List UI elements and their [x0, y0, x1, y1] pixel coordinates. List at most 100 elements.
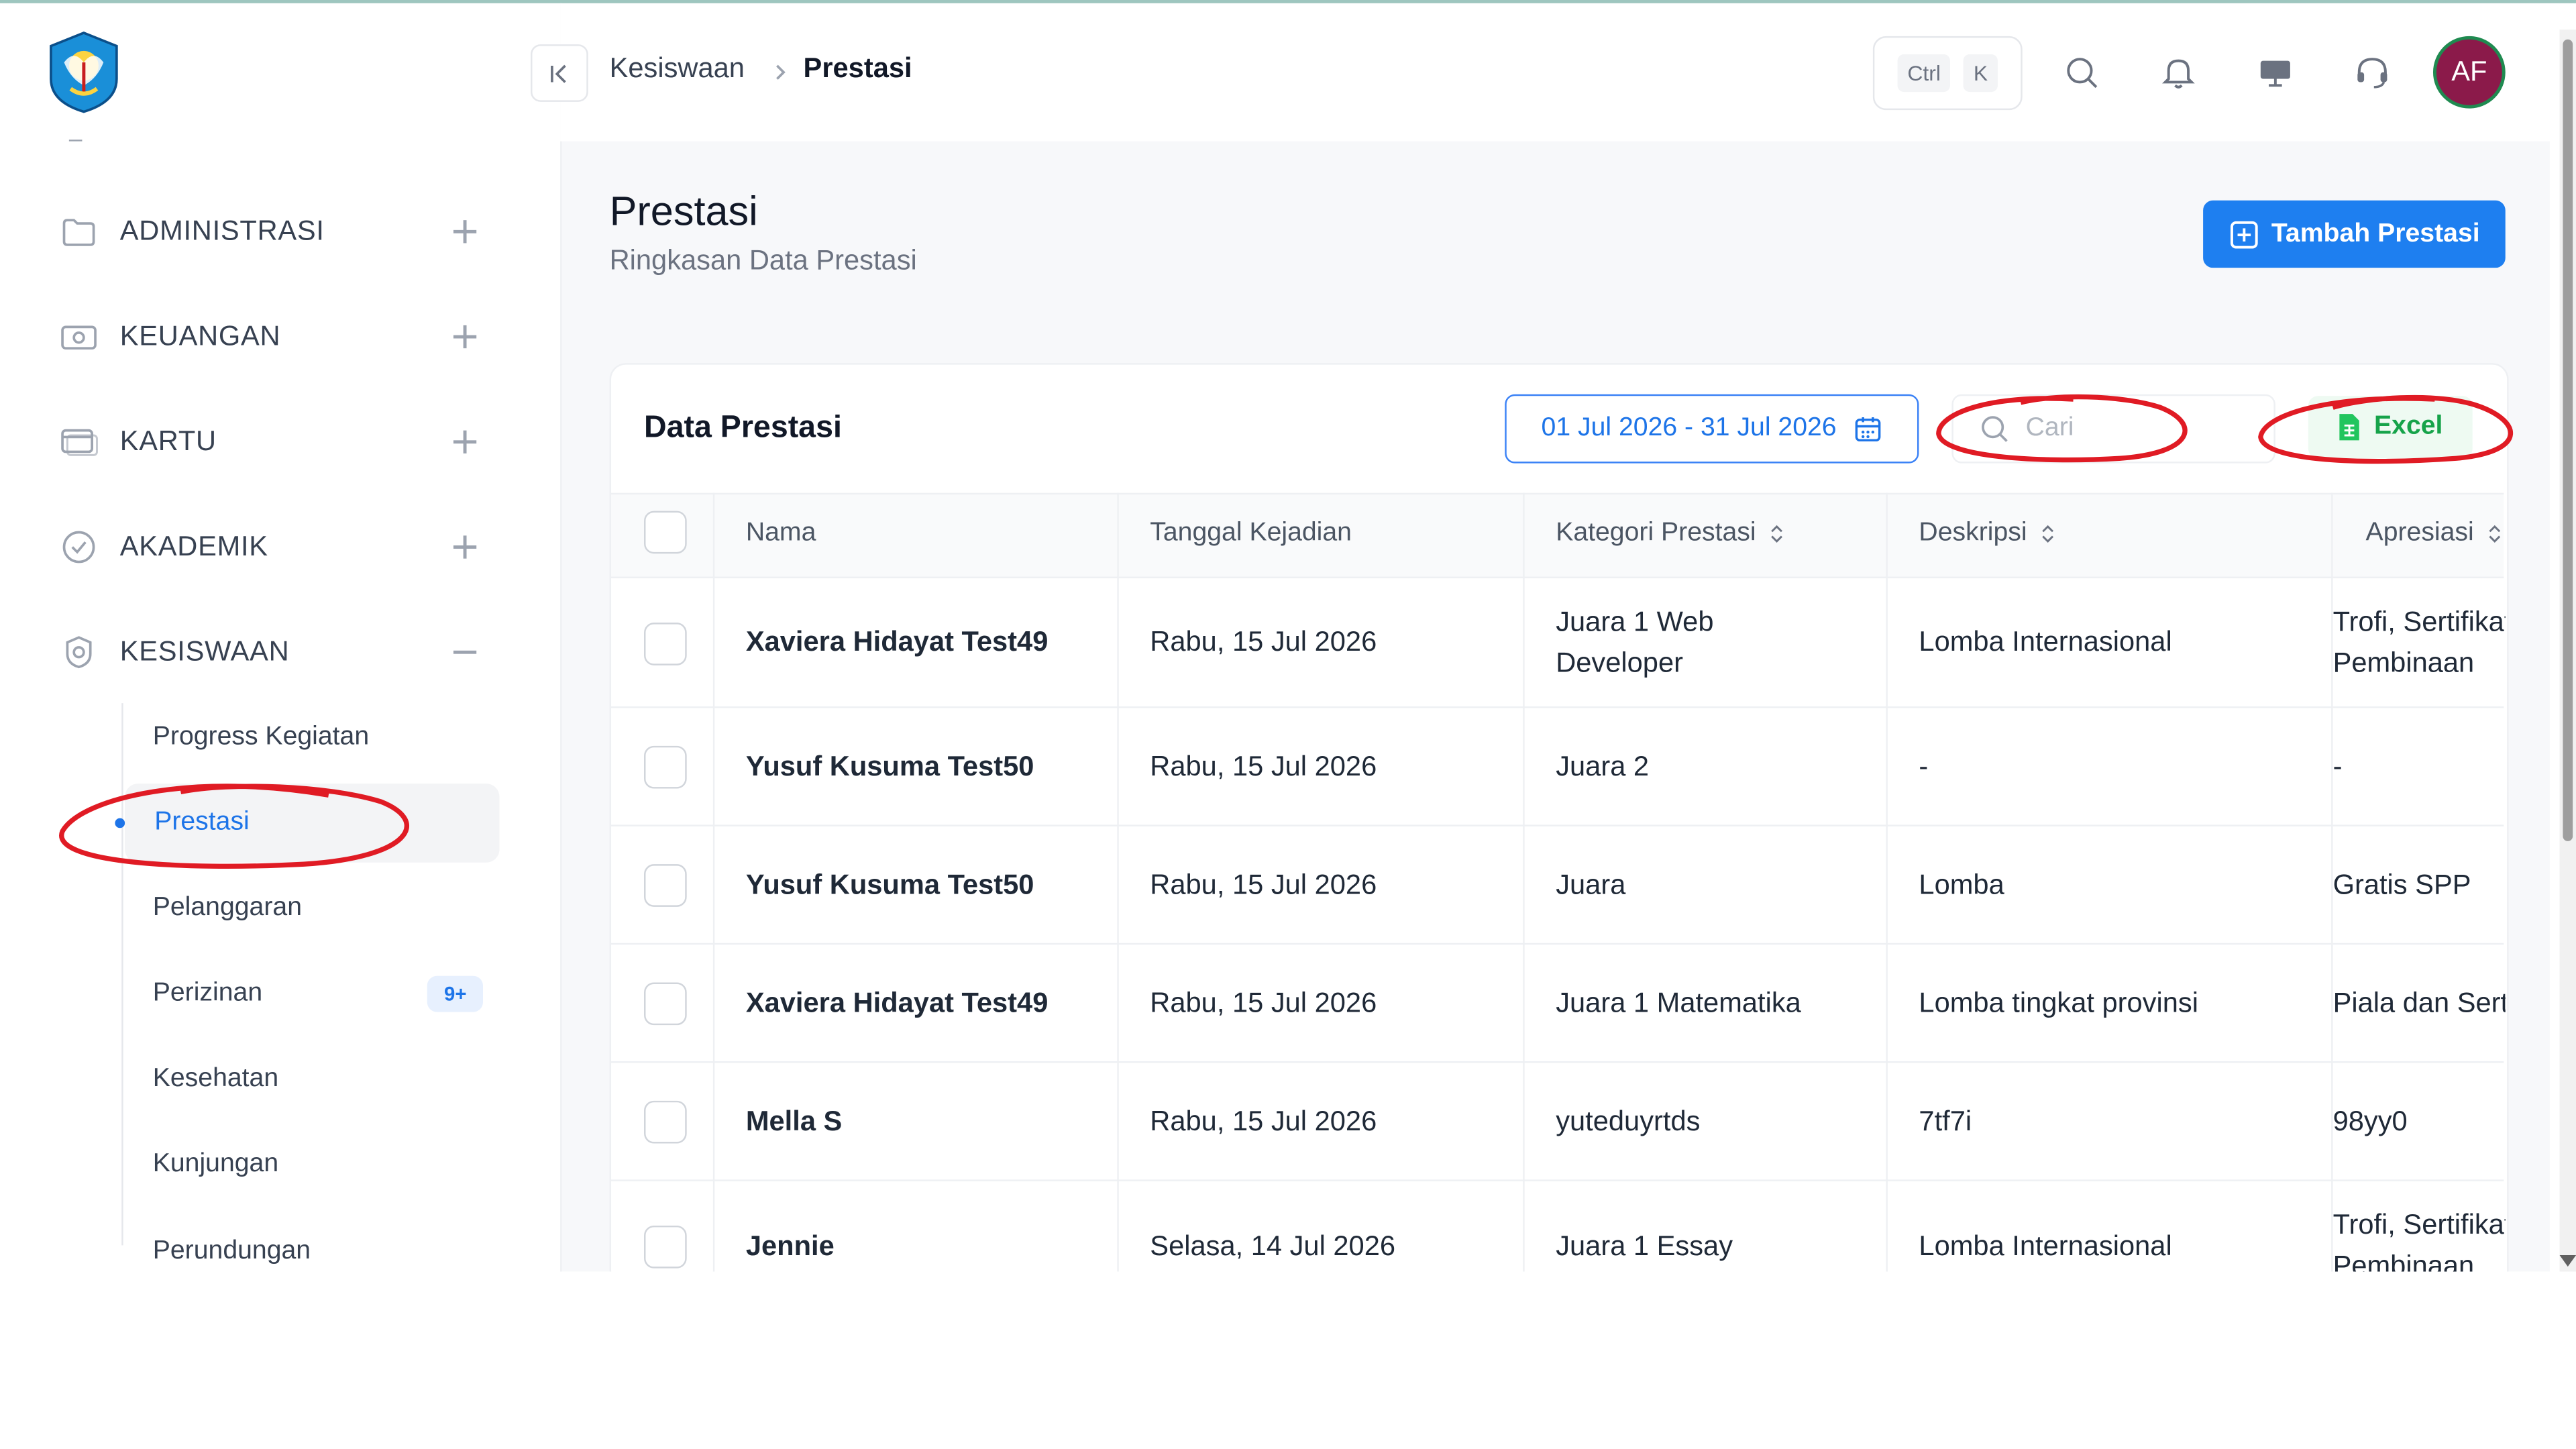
- cell-apresiasi: Gratis SPP: [2333, 863, 2506, 904]
- card-title: Data Prestasi: [644, 411, 842, 445]
- cell-tanggal: Rabu, 15 Jul 2026: [1150, 986, 1377, 1018]
- sort-icon: [2488, 525, 2500, 543]
- cell-tanggal: Rabu, 15 Jul 2026: [1150, 749, 1377, 782]
- vertical-scrollbar-thumb[interactable]: [2563, 39, 2573, 841]
- scroll-down-arrow-icon[interactable]: [2559, 1255, 2576, 1267]
- column-separator: [1523, 492, 1525, 1272]
- cell-deskripsi: Lomba Internasional: [1919, 1230, 2172, 1261]
- row-checkbox[interactable]: [644, 982, 687, 1026]
- cell-kategori-line: Juara 1 Essay: [1556, 1230, 1733, 1261]
- command-palette-shortcut[interactable]: Ctrl K: [1872, 36, 2023, 111]
- sidebar-item-akademik[interactable]: AKADEMIK: [59, 521, 490, 573]
- sidebar-item-keuangan[interactable]: KEUANGAN: [59, 311, 490, 363]
- blank-area: [0, 1271, 2576, 1449]
- expand-plus-icon[interactable]: [453, 535, 477, 559]
- row-divider: [611, 706, 2504, 708]
- user-avatar[interactable]: AF: [2432, 36, 2506, 109]
- select-all-checkbox[interactable]: [644, 511, 687, 554]
- kbd-k: K: [1964, 54, 1998, 93]
- search-field-wrapper[interactable]: [1951, 394, 2275, 464]
- cell-apresiasi: -: [2333, 745, 2506, 786]
- submenu-item-label: Prestasi: [154, 808, 250, 837]
- student-icon: [66, 636, 92, 669]
- sidebar-item-label: ADMINISTRASI: [119, 215, 325, 247]
- cell-tanggal: Rabu, 15 Jul 2026: [1150, 868, 1377, 900]
- submenu-item-kesehatan[interactable]: Kesehatan: [125, 1040, 499, 1119]
- column-separator: [1886, 492, 1888, 1272]
- cell-apresiasi-line: Piala dan Sertifikat: [2332, 986, 2506, 1018]
- column-header-apresiasi[interactable]: Apresiasi: [2366, 519, 2504, 549]
- date-range-picker[interactable]: 01 Jul 2026 - 31 Jul 2026: [1505, 394, 1919, 464]
- monitor-icon[interactable]: [2255, 52, 2295, 92]
- cell-kategori-line: yuteduyrtds: [1556, 1104, 1701, 1136]
- submenu-item-label: Progress Kegiatan: [152, 722, 370, 751]
- cell-nama: Xaviera Hidayat Test49: [745, 626, 1049, 657]
- cell-tanggal: Rabu, 15 Jul 2026: [1150, 626, 1377, 657]
- submenu-item-prestasi[interactable]: Prestasi: [115, 784, 500, 863]
- cell-kategori-line: Developer: [1556, 646, 1684, 678]
- column-header-kategori-prestasi[interactable]: Kategori Prestasi: [1556, 519, 1784, 549]
- submenu-item-progress-kegiatan[interactable]: Progress Kegiatan: [125, 698, 499, 777]
- notification-badge: 9+: [427, 975, 484, 1012]
- submenu-item-label: Kunjungan: [152, 1150, 279, 1178]
- sidebar-item-kartu[interactable]: KARTU: [59, 416, 490, 468]
- submenu-item-kunjungan[interactable]: Kunjungan: [125, 1126, 499, 1205]
- cell-deskripsi: Lomba Internasional: [1919, 626, 2172, 657]
- submenu-item-perizinan[interactable]: Perizinan 9+: [125, 955, 499, 1034]
- sidebar-item-kesiswaan[interactable]: KESISWAAN: [59, 626, 490, 678]
- column-header-deskripsi[interactable]: Deskripsi: [1919, 519, 2055, 549]
- row-checkbox[interactable]: [644, 745, 687, 789]
- cell-nama: Mella S: [745, 1104, 843, 1136]
- column-separator: [712, 492, 715, 1272]
- headset-icon[interactable]: [2353, 52, 2392, 92]
- bell-icon[interactable]: [2159, 52, 2198, 92]
- submenu-item-perundungan[interactable]: Perundungan: [125, 1211, 499, 1267]
- row-divider: [611, 1179, 2504, 1181]
- cell-kategori: yuteduyrtds: [1556, 1100, 1700, 1141]
- row-checkbox[interactable]: [644, 864, 687, 907]
- money-icon: [61, 325, 97, 350]
- collapse-minus-icon[interactable]: [453, 641, 477, 663]
- submenu-item-pelanggaran[interactable]: Pelanggaran: [125, 869, 499, 949]
- tut-wuri-handayani-logo-icon[interactable]: [41, 30, 126, 115]
- collapse-left-icon: [549, 64, 566, 83]
- breadcrumb-kesiswaan[interactable]: Kesiswaan: [610, 52, 745, 85]
- search-input[interactable]: [2022, 412, 2226, 445]
- cell-deskripsi: Lomba tingkat provinsi: [1919, 986, 2198, 1018]
- cell-apresiasi: Piala dan Sertifikat: [2333, 981, 2506, 1022]
- row-divider: [611, 943, 2504, 945]
- submenu-item-label: Pelanggaran: [152, 894, 303, 922]
- folder-icon: [62, 219, 95, 246]
- row-checkbox[interactable]: [644, 1225, 687, 1269]
- cell-apresiasi-line: Gratis SPP: [2332, 868, 2471, 900]
- sidebar-item-label: AKADEMIK: [119, 531, 268, 562]
- active-dot-icon: [115, 818, 125, 828]
- add-prestasi-button[interactable]: Tambah Prestasi: [2203, 200, 2506, 268]
- search-icon[interactable]: [2061, 52, 2101, 92]
- excel-export-button[interactable]: Excel: [2308, 396, 2473, 459]
- sort-icon: [2041, 525, 2053, 543]
- column-separator: [1117, 492, 1119, 1272]
- add-prestasi-label: Tambah Prestasi: [2271, 219, 2480, 248]
- expand-plus-icon[interactable]: [453, 325, 477, 349]
- expand-plus-icon[interactable]: [453, 220, 477, 244]
- row-checkbox[interactable]: [644, 621, 687, 665]
- cell-nama: Yusuf Kusuma Test50: [745, 749, 1034, 782]
- collapse-sidebar-button[interactable]: [531, 44, 588, 102]
- row-checkbox[interactable]: [644, 1100, 687, 1144]
- cell-apresiasi-line: 98yy0: [2332, 1104, 2408, 1136]
- submenu-item-label: Perizinan: [152, 979, 263, 1008]
- expand-plus-icon[interactable]: [453, 430, 477, 453]
- cell-apresiasi-line: -: [2332, 749, 2343, 782]
- cell-apresiasi: 98yy0: [2333, 1100, 2506, 1141]
- sidebar-item-administrasi[interactable]: ADMINISTRASI: [59, 205, 490, 258]
- cell-kategori: Juara 1 Matematika: [1556, 981, 1801, 1022]
- cell-tanggal: Rabu, 15 Jul 2026: [1150, 1104, 1377, 1136]
- chevron-right-icon: [776, 64, 786, 80]
- page-subtitle: Ringkasan Data Prestasi: [609, 244, 917, 276]
- cell-deskripsi: -: [1919, 749, 1929, 782]
- badge-icon: [62, 531, 95, 564]
- cell-kategori-line: Juara 2: [1556, 749, 1650, 782]
- cell-tanggal: Selasa, 14 Jul 2026: [1150, 1230, 1396, 1261]
- search-icon: [1982, 416, 2008, 442]
